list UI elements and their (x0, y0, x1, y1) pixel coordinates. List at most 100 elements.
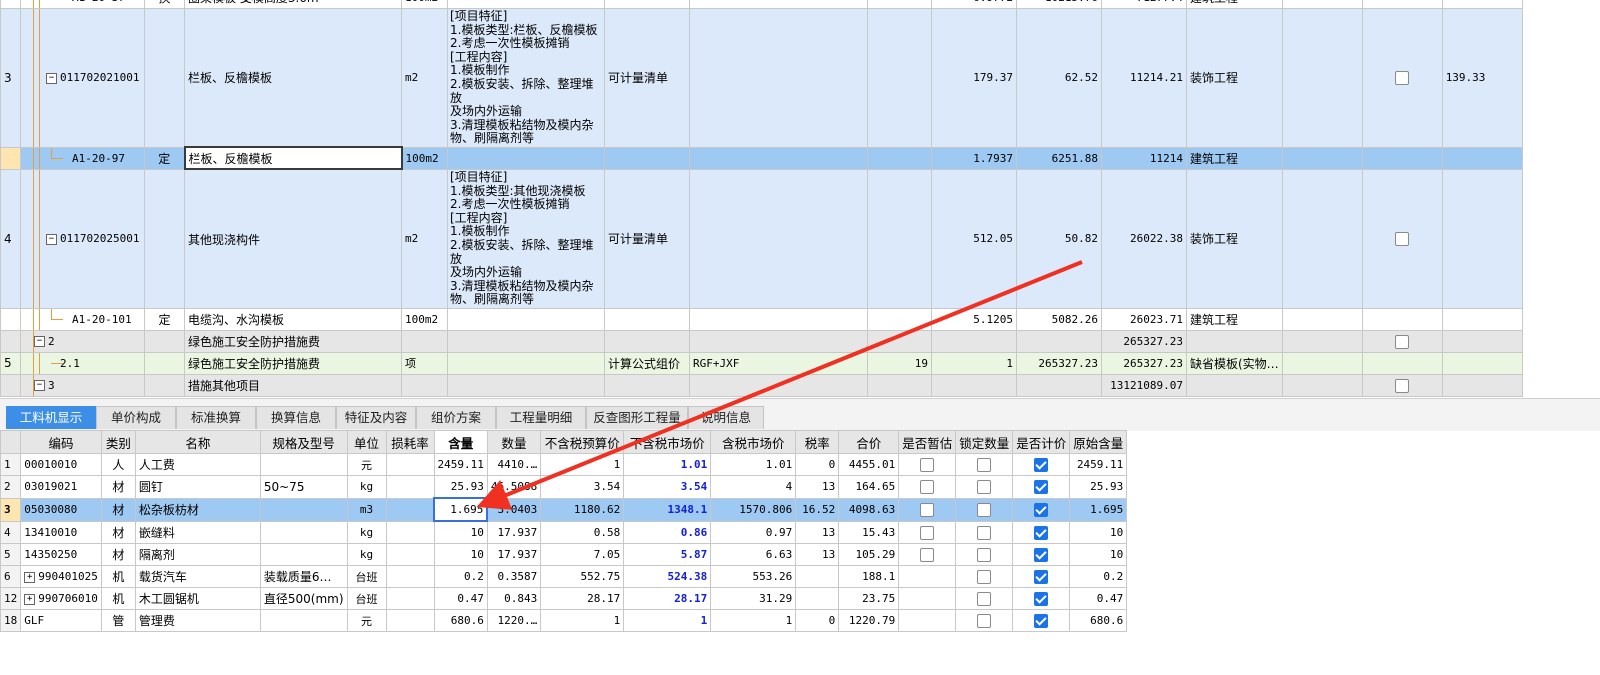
loss-rate[interactable] (385, 609, 435, 632)
row-checkbox[interactable] (1395, 334, 1410, 349)
item-type[interactable] (144, 8, 185, 148)
lock-checkbox[interactable] (977, 613, 992, 628)
estimate-cell[interactable] (898, 609, 957, 632)
column-header[interactable]: 是否暂估 (898, 430, 957, 454)
resource-name[interactable]: 木工圆锯机 (134, 587, 261, 610)
content-amount[interactable]: 0.2 (433, 565, 488, 588)
priced-cell[interactable] (1012, 543, 1071, 566)
resource-name[interactable]: 人工费 (134, 453, 261, 476)
lock-checkbox[interactable] (977, 547, 992, 562)
checkbox-cell[interactable] (1361, 307, 1443, 331)
resource-name[interactable]: 管理费 (134, 609, 261, 632)
resource-unit[interactable]: 元 (346, 453, 387, 476)
item-name[interactable]: 绿色施工安全防护措施费 (184, 329, 402, 353)
market-price[interactable]: 524.38 (623, 565, 712, 588)
item-name[interactable]: 栏板、反檐模板 (184, 8, 402, 148)
tab-5[interactable]: 特征及内容 (336, 406, 416, 429)
major-category[interactable]: 建筑工程 (1186, 307, 1283, 331)
content-amount[interactable]: 10 (433, 520, 488, 544)
quantity[interactable] (931, 329, 1017, 353)
calc-formula[interactable] (689, 329, 868, 353)
market-price[interactable]: 3.54 (623, 475, 712, 499)
priced-checkbox[interactable] (1034, 613, 1049, 628)
calc-method[interactable] (604, 146, 690, 170)
row-checkbox[interactable] (1395, 71, 1410, 86)
expand-toggle-icon[interactable]: + (24, 571, 36, 583)
resource-unit[interactable]: m3 (346, 497, 387, 522)
priced-cell[interactable] (1012, 609, 1071, 632)
item-type[interactable]: 定 (144, 307, 185, 331)
item-unit[interactable] (401, 373, 448, 397)
item-code-cell[interactable]: A1-20-97 (20, 146, 145, 170)
calc-method[interactable] (604, 329, 690, 353)
loss-rate[interactable] (385, 543, 435, 566)
priced-checkbox[interactable] (1034, 525, 1049, 540)
market-price[interactable]: 1.01 (623, 453, 712, 476)
bill-row[interactable]: A1-20-101 定电缆沟、水沟模板 100m2 5.1205 5082.26 2602… (0, 307, 1523, 331)
resource-unit[interactable]: kg (346, 475, 387, 499)
loss-rate[interactable] (385, 520, 435, 544)
checkbox-cell[interactable] (1361, 146, 1443, 170)
bill-row[interactable]: A1-20-37 换圈梁模板 支模高度3.6m100m2 6.977210215.7… (0, 0, 1523, 9)
tax-market-price[interactable]: 1.01 (710, 453, 797, 476)
row-checkbox[interactable] (1395, 232, 1410, 247)
resource-unit[interactable]: kg (346, 543, 387, 566)
tab-9[interactable]: 说明信息 (688, 406, 764, 429)
tax-market-price[interactable]: 1 (710, 609, 797, 632)
tab-3[interactable]: 标准换算 (176, 406, 256, 429)
quantity[interactable]: 1 (931, 351, 1017, 375)
item-unit[interactable]: 项 (401, 351, 448, 375)
column-header[interactable]: 规格及型号 (259, 430, 348, 454)
item-unit[interactable] (401, 329, 448, 353)
resource-category[interactable]: 材 (100, 520, 136, 544)
tab-6[interactable]: 组价方案 (416, 406, 496, 429)
resource-row[interactable]: 1 00010010 人人工费元 2459.11 4410.… 1 1.01 1.01 0 445… (0, 453, 1128, 476)
tax-market-price[interactable]: 0.97 (710, 520, 797, 544)
major-category[interactable] (1186, 329, 1283, 353)
resource-name[interactable]: 圆钉 (134, 475, 261, 499)
major-category[interactable]: 建筑工程 (1186, 146, 1283, 170)
resource-code-cell[interactable]: 13410010 (20, 520, 102, 544)
item-unit[interactable]: 100m2 (401, 0, 448, 9)
column-header[interactable]: 损耗率 (385, 430, 435, 454)
priced-cell[interactable] (1012, 453, 1071, 476)
quantity[interactable] (931, 373, 1017, 397)
item-features[interactable]: [项目特征] 1.模板类型:栏板、反檐模板 2.考虑一次性模板摊销 [工程内容] 1.模… (447, 8, 605, 148)
market-price[interactable]: 1348.1 (623, 497, 712, 522)
item-code-cell[interactable]: −3 (20, 373, 145, 397)
resource-row[interactable]: 4 13410010 材嵌缝料 kg 10 17.937 0.58 0.86 0.97 13 15.… (0, 520, 1128, 544)
estimate-cell[interactable] (898, 520, 957, 544)
calc-method[interactable] (604, 307, 690, 331)
column-header[interactable]: 税率 (795, 430, 840, 454)
content-amount[interactable]: 0.47 (433, 587, 488, 610)
tab-1[interactable]: 工料机显示 (6, 406, 96, 429)
item-name[interactable]: 圈梁模板 支模高度3.6m (184, 0, 402, 9)
item-features[interactable] (447, 146, 605, 170)
resource-row[interactable]: 6 +990401025 机载货汽车 装载质量6… 台班 0.2 0.3587 552.75 5… (0, 565, 1128, 588)
loss-rate[interactable] (385, 453, 435, 476)
item-code-cell[interactable]: −011702021001 (20, 8, 145, 148)
column-header[interactable]: 不含税预算价 (540, 430, 625, 454)
calc-method[interactable] (604, 373, 690, 397)
tax-rate[interactable] (795, 587, 840, 610)
column-header[interactable]: 锁定数量 (955, 430, 1014, 454)
resource-spec[interactable]: 50~75 (259, 475, 348, 499)
item-unit[interactable]: m2 (401, 168, 448, 309)
column-header[interactable]: 类别 (100, 430, 136, 454)
calc-formula[interactable] (689, 0, 868, 9)
priced-checkbox[interactable] (1034, 480, 1049, 494)
tax-market-price[interactable]: 6.63 (710, 543, 797, 566)
priced-cell[interactable] (1012, 475, 1071, 499)
column-header[interactable]: 名称 (134, 430, 261, 454)
item-type[interactable] (144, 373, 185, 397)
loss-rate[interactable] (385, 565, 435, 588)
estimate-cell[interactable] (898, 543, 957, 566)
resource-unit[interactable]: 元 (346, 609, 387, 632)
calc-formula[interactable] (689, 307, 868, 331)
content-amount[interactable]: 25.93 (433, 475, 488, 499)
calc-formula[interactable] (689, 146, 868, 170)
item-unit[interactable]: m2 (401, 8, 448, 148)
rate[interactable] (867, 329, 932, 353)
checkbox-cell[interactable] (1361, 329, 1443, 353)
major-category[interactable]: 建筑工程 (1186, 0, 1283, 9)
